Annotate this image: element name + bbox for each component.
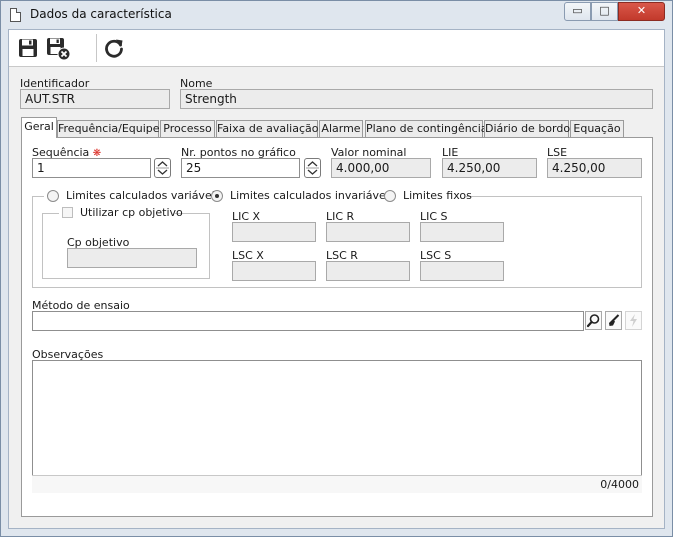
lightning-button[interactable] — [625, 311, 642, 330]
radio-label-limites-fixos[interactable]: Limites fixos — [403, 189, 472, 202]
search-button[interactable] — [585, 311, 602, 330]
lie-field[interactable]: 4.250,00 — [442, 158, 537, 178]
char-counter: 0/4000 — [600, 478, 639, 491]
document-icon — [10, 8, 21, 22]
tab-equacao[interactable]: Equação — [570, 120, 624, 137]
close-button[interactable]: ✕ — [618, 2, 665, 21]
metodo-de-ensaio-input[interactable] — [32, 311, 584, 331]
close-icon: ✕ — [636, 4, 647, 17]
window-title: Dados da característica — [30, 7, 172, 21]
lsc-r-field[interactable] — [326, 261, 410, 281]
nr-pontos-stepper[interactable] — [304, 158, 321, 178]
tab-faixa-de-avaliacao[interactable]: Faixa de avaliação — [216, 120, 318, 137]
save-button[interactable] — [15, 35, 41, 61]
minimize-icon: ▭ — [572, 4, 583, 17]
observacoes-textarea[interactable] — [32, 360, 642, 493]
spin-up-down-icon — [156, 161, 169, 175]
tab-plano-de-contingencia[interactable]: Plano de contingência — [365, 120, 488, 137]
radio-limites-calculados-variaveis[interactable] — [47, 190, 59, 202]
save-and-close-button[interactable] — [45, 35, 71, 61]
radio-limites-calculados-invariaveis[interactable] — [211, 190, 223, 202]
nome-field[interactable]: Strength — [180, 89, 653, 109]
sequencia-stepper[interactable] — [154, 158, 171, 178]
lic-r-field[interactable] — [326, 222, 410, 242]
tab-geral[interactable]: Geral — [21, 117, 57, 138]
tab-alarme[interactable]: Alarme — [319, 120, 363, 137]
radio-label-limites-variaveis[interactable]: Limites calculados variáveis — [66, 189, 221, 202]
search-icon — [586, 314, 600, 328]
lic-x-field[interactable] — [232, 222, 316, 242]
tab-frequencia-equipe[interactable]: Frequência/Equipe — [57, 120, 160, 137]
utilizar-cp-checkbox[interactable] — [62, 207, 73, 218]
radio-label-limites-invariaveis[interactable]: Limites calculados invariáveis — [230, 189, 395, 202]
minimize-button[interactable]: ▭ — [564, 2, 591, 21]
maximize-button[interactable]: □ — [591, 2, 618, 21]
tab-panel-geral: Sequência ❋ 1 Nr. pontos no gráfico 25 V… — [21, 137, 653, 517]
maximize-icon: □ — [599, 4, 610, 17]
save-icon — [19, 39, 37, 57]
lsc-x-field[interactable] — [232, 261, 316, 281]
tab-diario-de-bordo[interactable]: Diário de bordo — [484, 120, 570, 137]
lsc-s-field[interactable] — [420, 261, 504, 281]
identificador-field[interactable]: AUT.STR — [20, 89, 170, 109]
radio-limites-fixos[interactable] — [384, 190, 396, 202]
char-counter-bar: 0/4000 — [32, 475, 642, 493]
brush-icon — [609, 314, 620, 326]
toolbar-separator — [96, 34, 97, 62]
tab-processo[interactable]: Processo — [160, 120, 215, 137]
cp-objetivo-field[interactable] — [67, 248, 197, 268]
lic-s-field[interactable] — [420, 222, 504, 242]
clear-button[interactable] — [605, 311, 622, 330]
sequencia-input[interactable]: 1 — [32, 158, 151, 178]
lightning-icon — [630, 314, 637, 327]
spin-up-down-icon — [306, 161, 319, 175]
save-and-close-icon — [47, 38, 71, 61]
title-bar[interactable]: Dados da característica ▭ □ ✕ — [1, 1, 670, 29]
refresh-button[interactable] — [101, 35, 127, 61]
toolbar — [9, 30, 664, 67]
refresh-icon — [105, 39, 123, 58]
utilizar-cp-label[interactable]: Utilizar cp objetivo — [80, 206, 183, 219]
utilizar-cp-row: Utilizar cp objetivo — [59, 205, 183, 221]
valor-nominal-field[interactable]: 4.000,00 — [331, 158, 431, 178]
nr-pontos-input[interactable]: 25 — [181, 158, 300, 178]
limits-radio-row: Limites calculados variáveis Limites cal… — [44, 188, 472, 204]
lse-field[interactable]: 4.250,00 — [547, 158, 642, 178]
